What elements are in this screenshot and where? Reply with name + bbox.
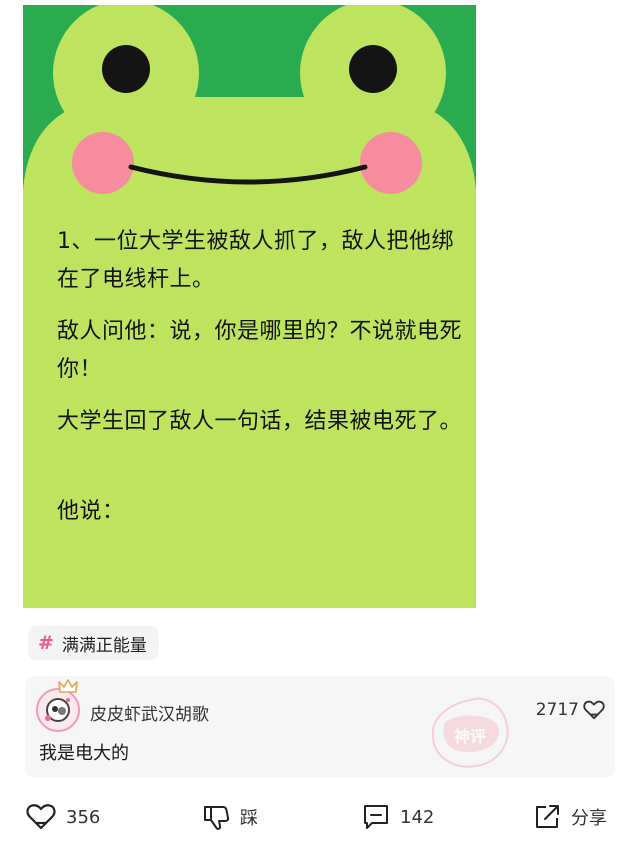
- dislike-button[interactable]: 踩: [202, 800, 258, 834]
- comment-button[interactable]: 142: [362, 800, 434, 834]
- heart-icon: [26, 804, 56, 830]
- comment-count: 142: [400, 806, 435, 828]
- stamp-text: 神评: [454, 727, 486, 746]
- heart-icon[interactable]: [583, 700, 605, 720]
- share-icon: [536, 805, 559, 828]
- joke-line: 1、一位大学生被敌人抓了，敌人把他绑在了电线杆上。: [57, 229, 454, 292]
- crown-icon: [58, 679, 78, 693]
- avatar[interactable]: [36, 688, 80, 732]
- comment-icon: [364, 805, 388, 829]
- thumbs-down-icon: [204, 806, 230, 830]
- god-comment[interactable]: 皮皮虾武汉胡歌 我是电大的 神评 2717: [25, 676, 615, 778]
- like-count: 356: [66, 806, 101, 828]
- comment-username[interactable]: 皮皮虾武汉胡歌: [90, 700, 209, 725]
- topic-tag[interactable]: # 满满正能量: [28, 626, 159, 660]
- joke-line: 他说：: [57, 499, 125, 524]
- god-comment-stamp-icon: 神评: [431, 697, 509, 768]
- dislike-label: 踩: [240, 808, 258, 829]
- comment-like-count: 2717: [535, 700, 579, 720]
- like-button[interactable]: 356: [26, 800, 100, 834]
- share-label: 分享: [571, 808, 607, 829]
- hash-icon: #: [38, 632, 54, 654]
- joke-line: 敌人问他：说，你是哪里的？不说就电死你！: [57, 319, 463, 382]
- share-button[interactable]: 分享: [533, 800, 607, 834]
- joke-line: 大学生回了敌人一句话，结果被电死了。: [57, 409, 463, 434]
- topic-label: 满满正能量: [61, 635, 147, 656]
- post-image[interactable]: 1、一位大学生被敌人抓了，敌人把他绑在了电线杆上。 敌人问他：说，你是哪里的？不…: [23, 5, 476, 608]
- comment-text: 我是电大的: [39, 743, 129, 764]
